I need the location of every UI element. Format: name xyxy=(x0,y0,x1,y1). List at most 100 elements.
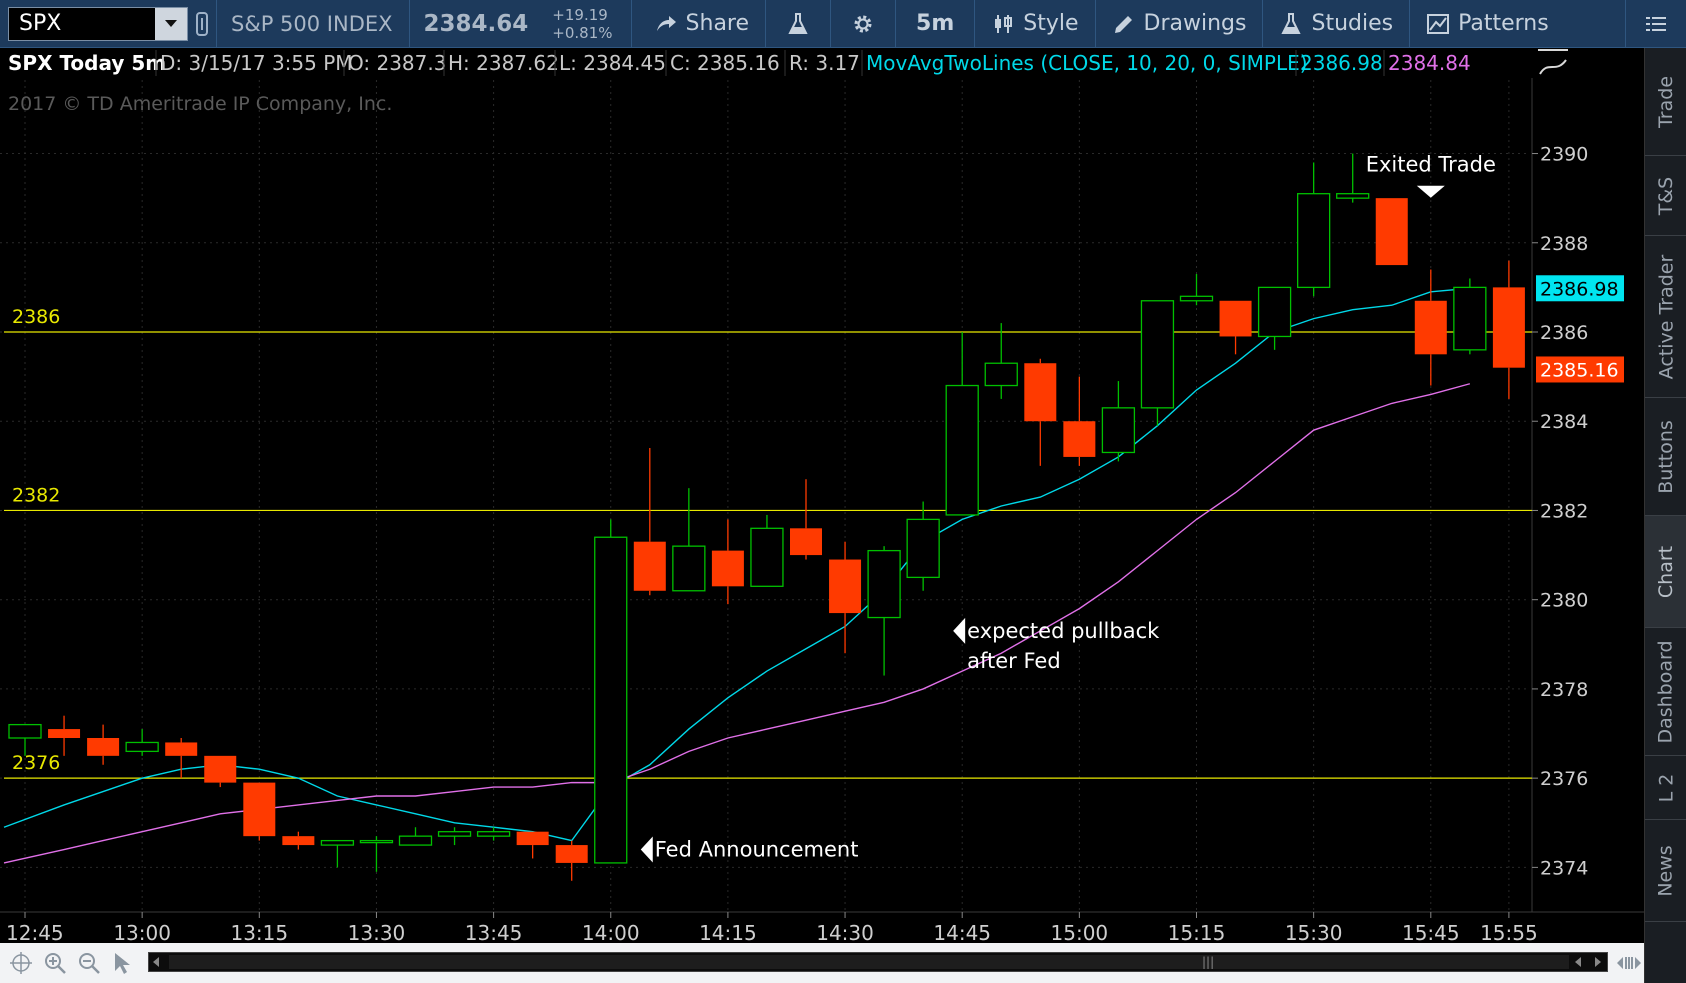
candles xyxy=(8,153,1525,881)
scroll-left-icon[interactable] xyxy=(1573,956,1583,968)
side-tab-trade[interactable]: Trade xyxy=(1645,48,1686,156)
side-tab-l-2[interactable]: L 2 xyxy=(1645,756,1686,820)
time-tick-label: 12:45 xyxy=(6,921,64,943)
time-tick-label: 14:15 xyxy=(699,921,757,943)
candle xyxy=(398,827,433,846)
side-tab-chart[interactable]: Chart xyxy=(1645,516,1686,628)
style-label: Style xyxy=(1023,11,1079,36)
candle xyxy=(1297,162,1331,297)
candle-body xyxy=(1063,421,1096,457)
price-axis[interactable]: 2374 2376 2378 2380 2382 2384 2386 2388 2390 2386… xyxy=(1532,144,1624,880)
share-icon xyxy=(656,15,676,31)
candle-body xyxy=(1336,193,1370,199)
price-tick-label: 2388 xyxy=(1540,233,1588,255)
flask-button[interactable] xyxy=(765,0,830,48)
studies-button[interactable]: Studies xyxy=(1262,0,1409,48)
candle xyxy=(1375,198,1408,266)
side-tab-active-trader[interactable]: Active Trader xyxy=(1645,236,1686,398)
annotation-text: after Fed xyxy=(967,649,1061,673)
price-level-label: 2386 xyxy=(12,306,60,328)
style-button[interactable]: Style xyxy=(974,0,1094,48)
candle xyxy=(516,831,549,859)
side-tab-t-s[interactable]: T&S xyxy=(1645,156,1686,236)
candle xyxy=(48,715,81,756)
side-tab-label: Active Trader xyxy=(1655,254,1677,379)
candle xyxy=(476,827,511,841)
candle-body xyxy=(790,528,822,556)
candle xyxy=(1336,153,1370,203)
change-box: +19.19 +0.81% xyxy=(542,6,630,42)
candle xyxy=(1101,381,1136,462)
candle-body xyxy=(125,741,159,753)
studies-label: Studies xyxy=(1311,11,1394,36)
candle xyxy=(790,479,822,560)
scroll-right-icon[interactable] xyxy=(1593,956,1603,968)
share-button[interactable]: Share xyxy=(630,0,766,48)
side-tab-label: Trade xyxy=(1655,75,1677,128)
scroll-thumb[interactable] xyxy=(169,955,1569,969)
time-tick-label: 14:45 xyxy=(933,921,991,943)
price-tick-label: 2384 xyxy=(1540,411,1588,433)
candle xyxy=(1024,358,1057,466)
patterns-button[interactable]: Patterns xyxy=(1409,0,1565,48)
crosshair-icon[interactable] xyxy=(4,946,38,980)
pencil-icon xyxy=(1114,15,1132,33)
candle-body xyxy=(633,541,666,591)
candle-body xyxy=(906,518,940,579)
drawings-button[interactable]: Drawings xyxy=(1094,0,1263,48)
time-tick-label: 13:45 xyxy=(465,921,523,943)
candle xyxy=(945,332,979,516)
chevron-down-icon xyxy=(165,19,177,27)
candle xyxy=(359,836,394,872)
symbol-text[interactable]: SPX xyxy=(19,11,61,36)
candle-body xyxy=(204,755,237,783)
price-chart[interactable]: SPX Today 5m D: 3/15/17 3:55 PM O: 2387.… xyxy=(0,48,1644,943)
annotation-arrow-icon xyxy=(1416,185,1445,198)
price-tick-label: 2374 xyxy=(1540,857,1588,879)
scroll-grip-icon[interactable]: ||| xyxy=(1202,955,1216,969)
symbol-input[interactable]: SPX xyxy=(8,6,188,41)
candle xyxy=(906,501,940,591)
index-name: S&P 500 INDEX xyxy=(231,11,393,36)
candle-body xyxy=(1375,198,1408,266)
candle-body xyxy=(1414,300,1447,355)
candle xyxy=(633,448,666,596)
candle-body xyxy=(320,839,355,846)
annotation-arrow-icon xyxy=(640,836,653,863)
copyright-text: 2017 © TD Ameritrade IP Company, Inc. xyxy=(8,93,392,115)
side-tab-dashboard[interactable]: Dashboard xyxy=(1645,628,1686,756)
candle-body xyxy=(1492,287,1525,368)
header-close: C: 2385.16 xyxy=(670,51,780,75)
hamburger-icon xyxy=(1646,16,1666,31)
candle-body xyxy=(516,831,549,846)
candle xyxy=(711,519,744,605)
study-label[interactable]: MovAvgTwoLines (CLOSE, 10, 20, 0, SIMPLE… xyxy=(866,51,1308,75)
symbol-dropdown-button[interactable] xyxy=(155,7,187,40)
expand-horizontal-icon[interactable] xyxy=(1612,946,1646,980)
time-scrollbar[interactable]: ||| xyxy=(148,952,1608,972)
cursor-icon[interactable] xyxy=(106,946,140,980)
timeframe-button[interactable]: 5m xyxy=(895,0,974,48)
side-tab-news[interactable]: News xyxy=(1645,820,1686,922)
menu-button[interactable] xyxy=(1625,0,1686,48)
candle-body xyxy=(1453,286,1487,351)
header-low: L: 2384.45 xyxy=(559,51,666,75)
candle xyxy=(125,729,159,756)
scroll-left-icon[interactable] xyxy=(151,956,161,968)
candle-body xyxy=(711,550,744,587)
settings-button[interactable] xyxy=(830,0,895,48)
candle-body xyxy=(984,362,1018,387)
candle xyxy=(1453,278,1487,355)
link-icon[interactable] xyxy=(188,0,216,48)
zoom-out-icon[interactable] xyxy=(72,946,106,980)
time-axis[interactable]: 12:45 13:00 13:15 13:30 13:45 14:00 14:15 14:30… xyxy=(6,912,1538,943)
candle-body xyxy=(1297,193,1331,289)
candle xyxy=(594,519,628,864)
price-bubble-label: 2386.98 xyxy=(1540,278,1619,300)
candlestick-icon xyxy=(995,14,1013,33)
candle xyxy=(243,782,276,841)
side-tab-buttons[interactable]: Buttons xyxy=(1645,398,1686,516)
zoom-in-icon[interactable] xyxy=(38,946,72,980)
candle-body xyxy=(829,559,862,614)
price-tick-label: 2378 xyxy=(1540,679,1588,701)
